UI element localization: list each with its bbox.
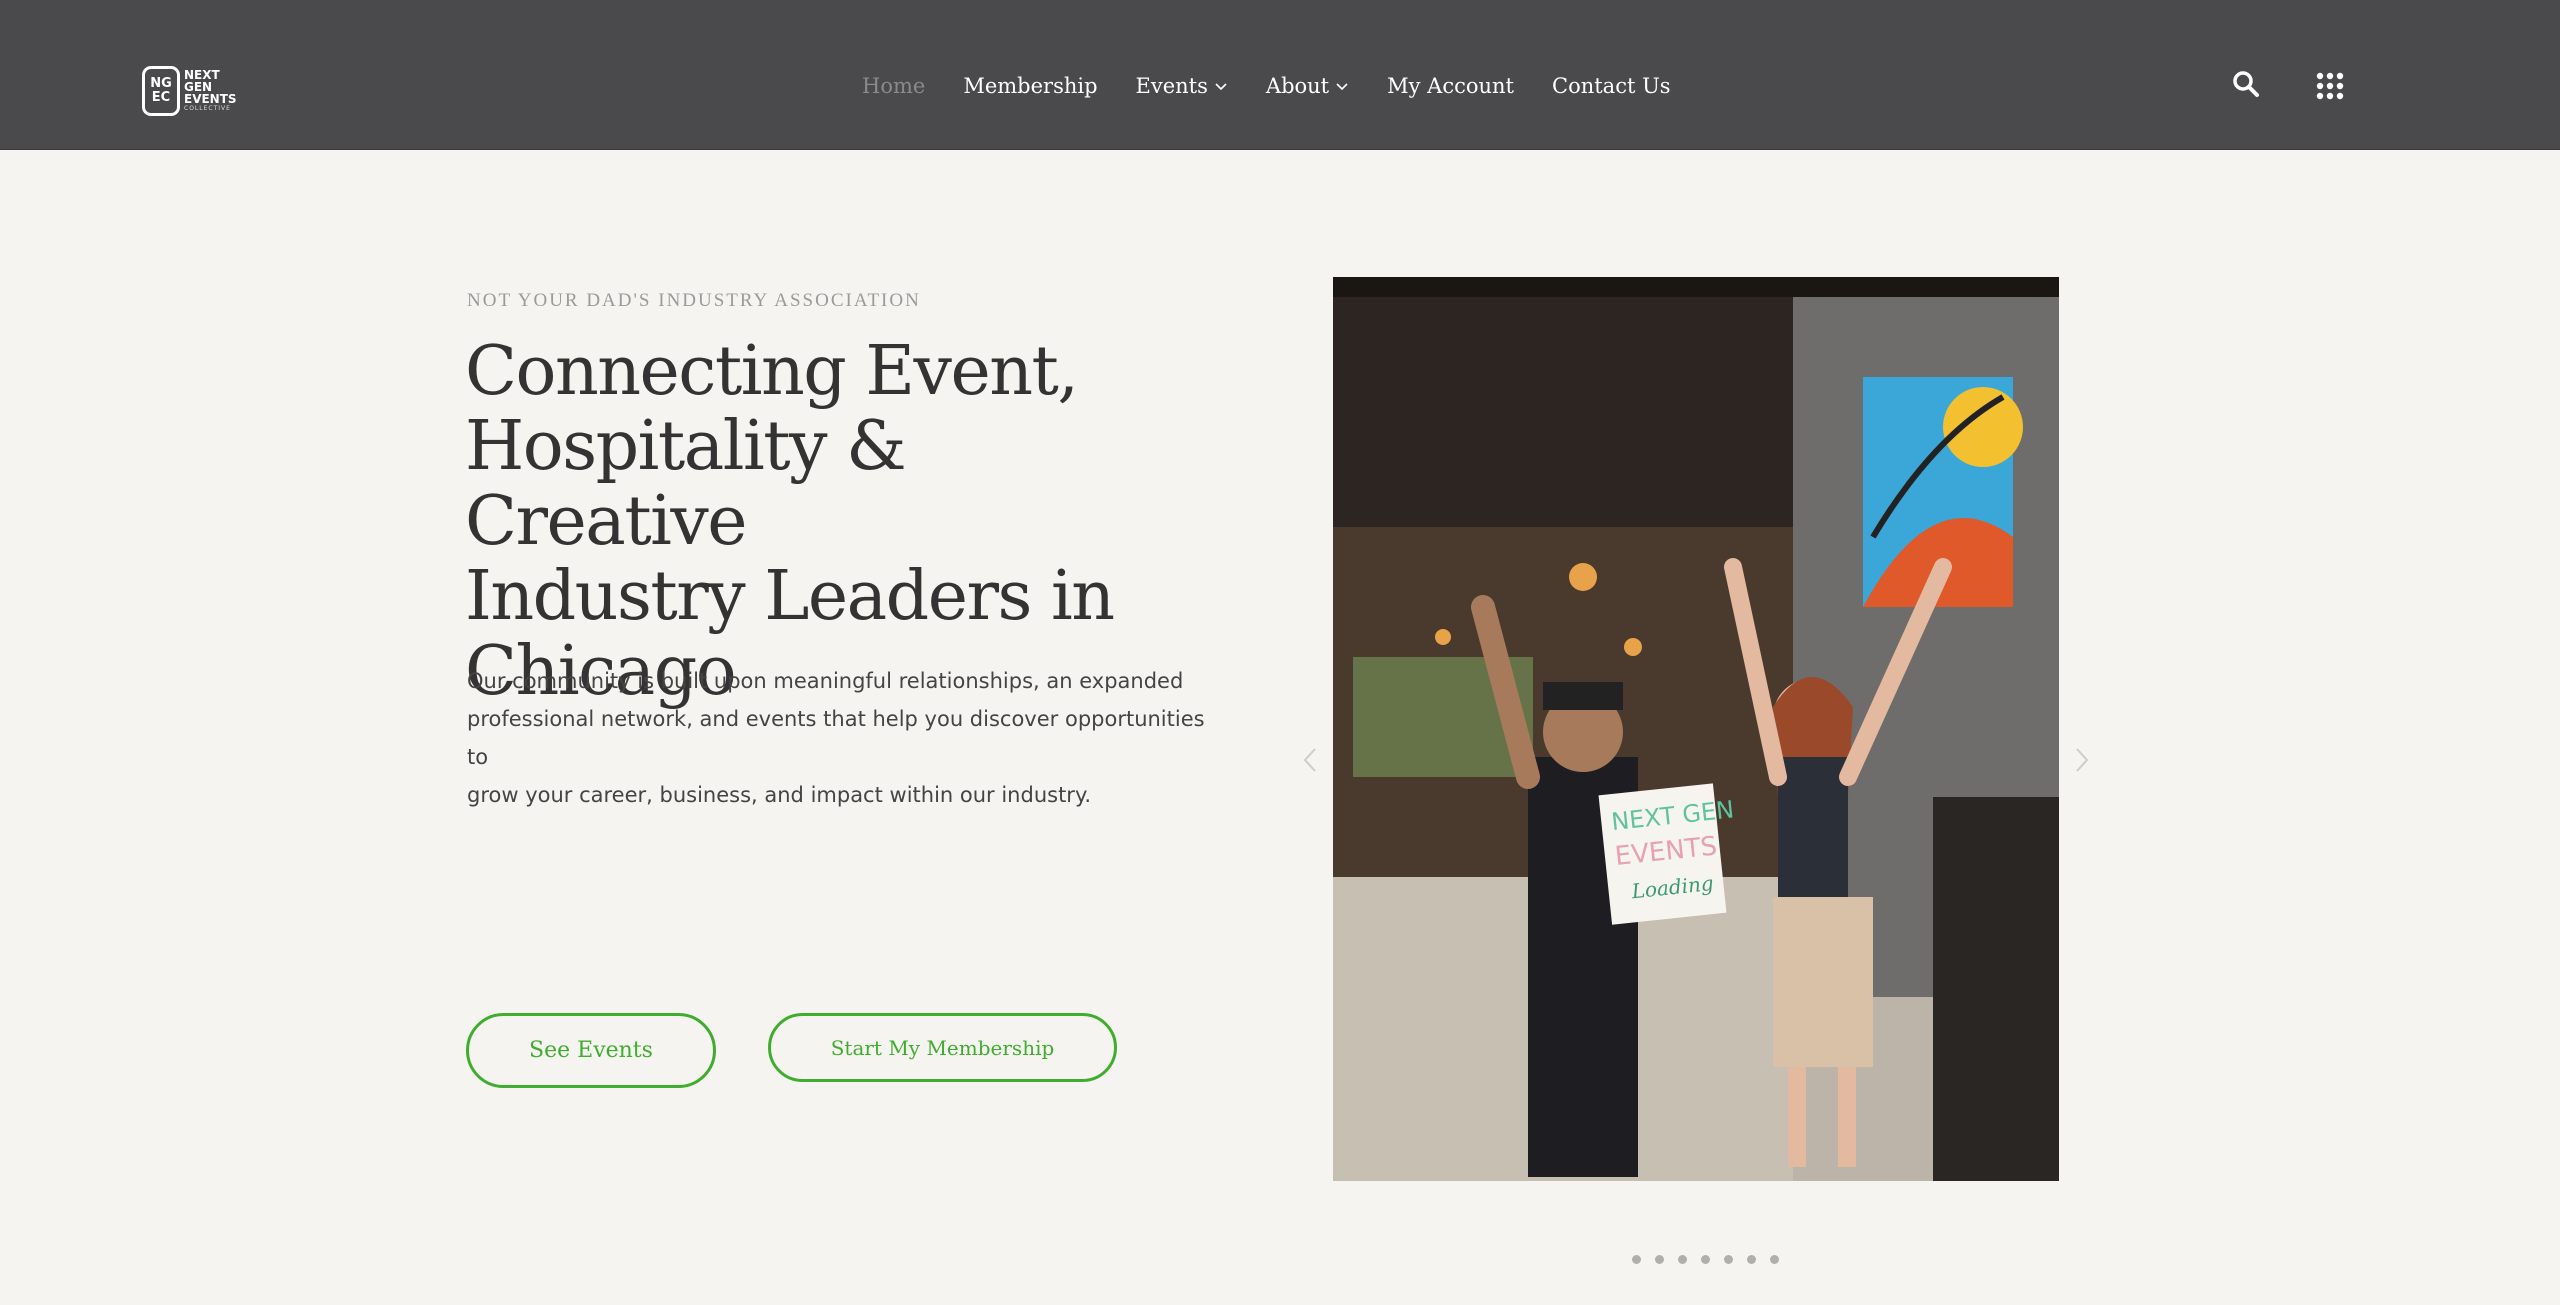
- hero-intro: Our community is built upon meaningful r…: [467, 662, 1207, 814]
- carousel-dot[interactable]: [1632, 1255, 1641, 1264]
- carousel-next-icon[interactable]: [2072, 745, 2092, 775]
- grid-menu-icon[interactable]: [2316, 72, 2344, 100]
- nav-label: Home: [862, 74, 926, 98]
- hero-headline: Connecting Event, Hospitality & Creative…: [465, 334, 1185, 709]
- nav-item-events[interactable]: Events: [1136, 74, 1228, 98]
- nav-label: Membership: [963, 74, 1098, 98]
- chevron-down-icon: [1215, 83, 1227, 91]
- headline-line: Hospitality & Creative: [465, 407, 907, 561]
- hero-photo-illustration: NEXT GEN EVENTS Loading: [1333, 277, 2059, 1181]
- intro-line: Our community is built upon meaningful r…: [467, 669, 1184, 693]
- nav-item-my-account[interactable]: My Account: [1387, 74, 1514, 98]
- nav-item-home[interactable]: Home: [862, 74, 925, 98]
- hero-photo: NEXT GEN EVENTS Loading: [1333, 277, 2059, 1181]
- carousel-dots: [1632, 1255, 1779, 1264]
- headline-line: Connecting Event,: [465, 332, 1079, 411]
- carousel-dot[interactable]: [1747, 1255, 1756, 1264]
- main-nav: Home Membership Events About My Account …: [862, 72, 1709, 100]
- nav-label: Contact Us: [1552, 74, 1671, 98]
- nav-item-contact-us[interactable]: Contact Us: [1552, 74, 1671, 98]
- carousel-prev-icon[interactable]: [1300, 745, 1320, 775]
- start-membership-button[interactable]: Start My Membership: [768, 1013, 1117, 1082]
- carousel-dot[interactable]: [1770, 1255, 1779, 1264]
- headline-line: Industry Leaders in: [465, 557, 1115, 636]
- hero-eyebrow: NOT YOUR DAD'S INDUSTRY ASSOCIATION: [467, 290, 921, 311]
- chevron-down-icon: [1336, 83, 1348, 91]
- carousel-dot[interactable]: [1655, 1255, 1664, 1264]
- site-header: NG EC NEXT GEN EVENTS COLLECTIVE Home Me…: [0, 0, 2560, 150]
- logo-line: COLLECTIVE: [184, 105, 231, 112]
- nav-label: About: [1265, 74, 1330, 98]
- logo-mark: NG EC: [142, 66, 180, 116]
- held-sign: NEXT GEN EVENTS Loading: [1598, 783, 1735, 925]
- carousel-dot[interactable]: [1678, 1255, 1687, 1264]
- carousel-dot[interactable]: [1724, 1255, 1733, 1264]
- carousel-dot[interactable]: [1701, 1255, 1710, 1264]
- logo-mark-top: NG: [150, 76, 172, 91]
- intro-line: professional network, and events that he…: [467, 707, 1205, 769]
- nav-item-about[interactable]: About: [1266, 74, 1349, 98]
- nav-label: Events: [1135, 74, 1208, 98]
- nav-label: My Account: [1387, 74, 1514, 98]
- site-logo[interactable]: NG EC NEXT GEN EVENTS COLLECTIVE: [142, 64, 252, 118]
- see-events-button[interactable]: See Events: [466, 1013, 716, 1088]
- logo-wordmark: NEXT GEN EVENTS COLLECTIVE: [184, 69, 237, 113]
- intro-line: grow your career, business, and impact w…: [467, 783, 1092, 807]
- nav-item-membership[interactable]: Membership: [963, 74, 1097, 98]
- logo-mark-bottom: EC: [151, 90, 171, 105]
- search-icon[interactable]: [2232, 70, 2260, 98]
- logo-line: EVENTS: [184, 92, 237, 106]
